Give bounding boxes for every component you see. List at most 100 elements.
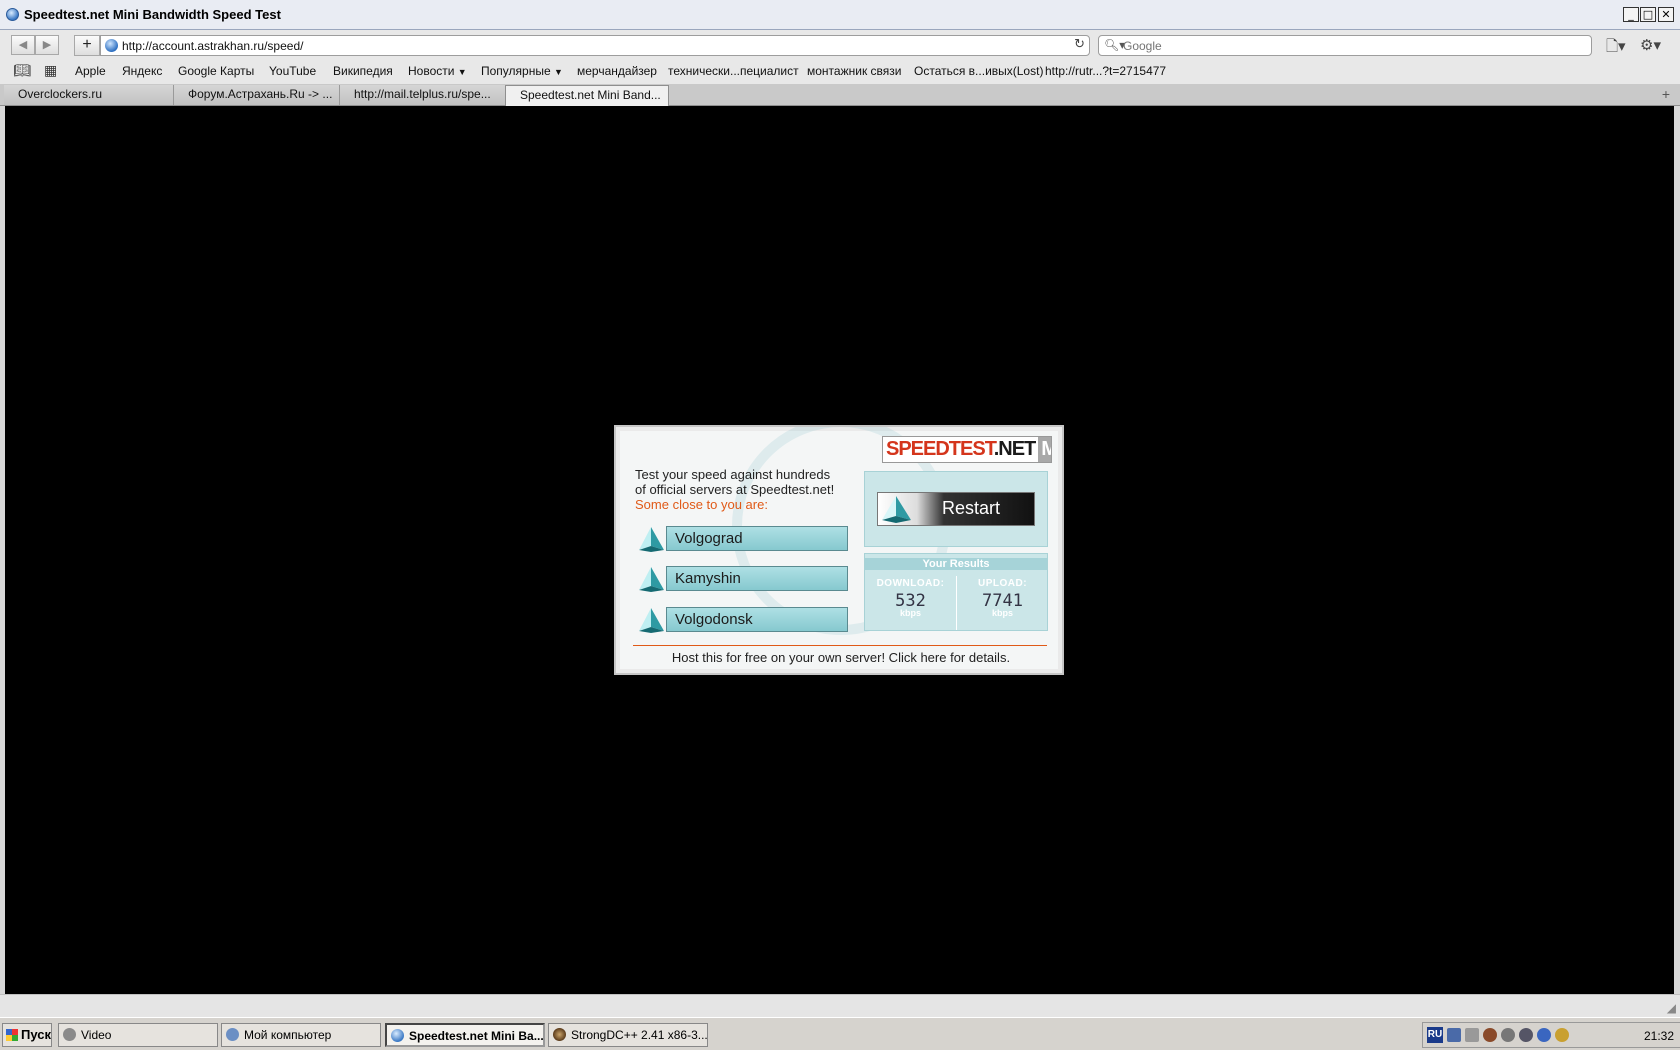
restart-button[interactable]: Restart [877, 492, 1035, 526]
bookmark-item[interactable]: Википедия [333, 64, 393, 78]
search-input[interactable] [1123, 37, 1563, 54]
bookmark-item[interactable]: Google Карты [178, 64, 254, 78]
site-globe-icon [105, 39, 118, 52]
upload-label: UPLOAD: [977, 578, 1028, 589]
bookmark-item[interactable]: Apple [75, 64, 106, 78]
bookmark-item[interactable]: технически...пециалист [668, 64, 799, 78]
host-link[interactable]: Host this for free on your own server! C… [620, 650, 1062, 665]
download-unit: kbps [899, 608, 921, 618]
address-bar[interactable]: http://account.astrakhan.ru/speed/ ↻ [100, 35, 1090, 56]
maximize-icon[interactable]: □ [1640, 7, 1656, 22]
bookmark-item[interactable]: монтажник связи [807, 64, 901, 78]
server-label: Volgograd [666, 526, 848, 551]
bookmark-folder[interactable]: Новости ▼ [408, 64, 467, 78]
upload-result: UPLOAD: 7741 kbps [957, 578, 1048, 618]
taskbar-item-speedtest[interactable]: Speedtest.net Mini Ba... [385, 1023, 545, 1047]
server-kamyshin[interactable]: Kamyshin [636, 563, 848, 593]
minimize-icon[interactable]: _ [1623, 7, 1639, 22]
search-box[interactable]: 🔍︎▾ [1098, 35, 1592, 56]
tray-app-icon[interactable] [1537, 1028, 1551, 1042]
results-panel: Your Results DOWNLOAD: 532 kbps UPLOAD: … [864, 553, 1048, 631]
strongdc-tray-icon[interactable] [1483, 1028, 1497, 1042]
system-tray: RU 21:32 [1422, 1022, 1680, 1048]
tab-overclockers[interactable]: Overclockers.ru [4, 85, 174, 105]
bookmark-folder-label: Новости [408, 64, 455, 78]
taskbar-item-label: Speedtest.net Mini Ba... [409, 1029, 544, 1043]
tab-mail[interactable]: http://mail.telplus.ru/spe... [340, 85, 506, 105]
tray-app-icon[interactable] [1501, 1028, 1515, 1042]
server-volgodonsk[interactable]: Volgodonsk [636, 604, 848, 634]
bookmark-folder[interactable]: Популярные ▼ [481, 64, 563, 78]
server-label: Volgodonsk [666, 607, 848, 632]
language-indicator[interactable]: RU [1427, 1027, 1443, 1043]
taskbar: Пуск Video Мой компьютер Speedtest.net M… [0, 1017, 1680, 1050]
bookmark-item[interactable]: YouTube [269, 64, 316, 78]
intro-line: Test your speed against hundreds [635, 467, 831, 482]
back-icon[interactable]: ◀ [11, 35, 35, 55]
browser-icon [391, 1029, 404, 1042]
window-titlebar: Speedtest.net Mini Bandwidth Speed Test … [0, 0, 1680, 30]
pyramid-icon [639, 608, 664, 633]
navigation-toolbar: ◀ ▶ + http://account.astrakhan.ru/speed/… [0, 30, 1680, 61]
windows-logo-icon [6, 1029, 18, 1041]
footer-divider [633, 645, 1047, 646]
window-border-right [1674, 106, 1680, 994]
tab-bar: Overclockers.ru Форум.Астрахань.Ru -> ..… [0, 84, 1680, 106]
server-volgograd[interactable]: Volgograd [636, 523, 848, 553]
network-icon[interactable] [1447, 1028, 1461, 1042]
bookmark-item[interactable]: http://rutr...?t=2715477 [1045, 64, 1166, 78]
pyramid-icon [882, 496, 911, 523]
window-title: Speedtest.net Mini Bandwidth Speed Test [24, 7, 281, 22]
intro-highlight: Some close to you are: [635, 497, 768, 512]
taskbar-item-strongdc[interactable]: StrongDC++ 2.41 x86-3... [548, 1023, 708, 1047]
tab-forum[interactable]: Форум.Астрахань.Ru -> ... [174, 85, 340, 105]
tray-app-icon[interactable] [1465, 1028, 1479, 1042]
add-bookmark-button[interactable]: + [74, 35, 100, 56]
computer-icon [226, 1028, 239, 1041]
pyramid-icon [639, 527, 664, 552]
taskbar-item-video[interactable]: Video [58, 1023, 218, 1047]
download-label: DOWNLOAD: [876, 578, 945, 589]
pyramid-icon [639, 567, 664, 592]
address-text[interactable]: http://account.astrakhan.ru/speed/ [122, 39, 303, 53]
tab-speedtest[interactable]: Speedtest.net Mini Band... [505, 85, 669, 106]
taskbar-item-label: StrongDC++ 2.41 x86-3... [571, 1028, 708, 1042]
bookmarks-bar: 📖︎ ▦ Apple Яндекс Google Карты YouTube В… [0, 61, 1680, 84]
logo-net: .NET [993, 438, 1037, 460]
logo-speed: SPEEDTEST [886, 438, 995, 460]
restart-label: Restart [942, 498, 1001, 518]
resize-grip-icon[interactable]: ◢ [1667, 1001, 1676, 1015]
page-menu-icon[interactable]: 🗋▾ [1606, 36, 1626, 61]
strongdc-icon [553, 1028, 566, 1041]
start-button[interactable]: Пуск [2, 1023, 52, 1047]
taskbar-item-my-computer[interactable]: Мой компьютер [221, 1023, 381, 1047]
widget-body: SPEEDTEST.NETMINI Test your speed agains… [620, 427, 1058, 669]
reload-icon[interactable]: ↻ [1074, 37, 1085, 52]
clock[interactable]: 21:32 [1644, 1029, 1674, 1043]
start-label: Пуск [21, 1027, 51, 1042]
video-folder-icon [63, 1028, 76, 1041]
bookmark-item[interactable]: Остаться в...ивых(Lost) [914, 64, 1043, 78]
chevron-down-icon: ▼ [553, 67, 563, 77]
restart-panel: Restart [864, 471, 1048, 547]
bookmark-item[interactable]: мерчандайзер [577, 64, 657, 78]
logo-mini: MINI [1038, 437, 1051, 462]
results-title: Your Results [865, 558, 1047, 570]
grid-icon[interactable]: ▦ [44, 63, 57, 79]
taskbar-item-label: Video [81, 1028, 112, 1042]
status-bar: ◢ [0, 994, 1680, 1017]
bookmark-folder-label: Популярные [481, 64, 551, 78]
book-icon[interactable]: 📖︎ [13, 63, 31, 79]
chevron-down-icon: ▼ [457, 67, 467, 77]
close-icon[interactable]: ✕ [1658, 7, 1674, 22]
new-tab-icon[interactable]: + [1662, 86, 1670, 102]
taskbar-item-label: Мой компьютер [244, 1028, 332, 1042]
speedtest-widget: SPEEDTEST.NETMINI Test your speed agains… [614, 425, 1064, 675]
forward-icon[interactable]: ▶ [35, 35, 59, 55]
intro-text: Test your speed against hundreds of offi… [635, 467, 865, 512]
bookmark-item[interactable]: Яндекс [122, 64, 162, 78]
tray-app-icon[interactable] [1555, 1028, 1569, 1042]
gear-icon[interactable]: ⚙▾ [1640, 36, 1661, 54]
speedtest-logo[interactable]: SPEEDTEST.NETMINI [882, 436, 1052, 463]
tray-app-icon[interactable] [1519, 1028, 1533, 1042]
